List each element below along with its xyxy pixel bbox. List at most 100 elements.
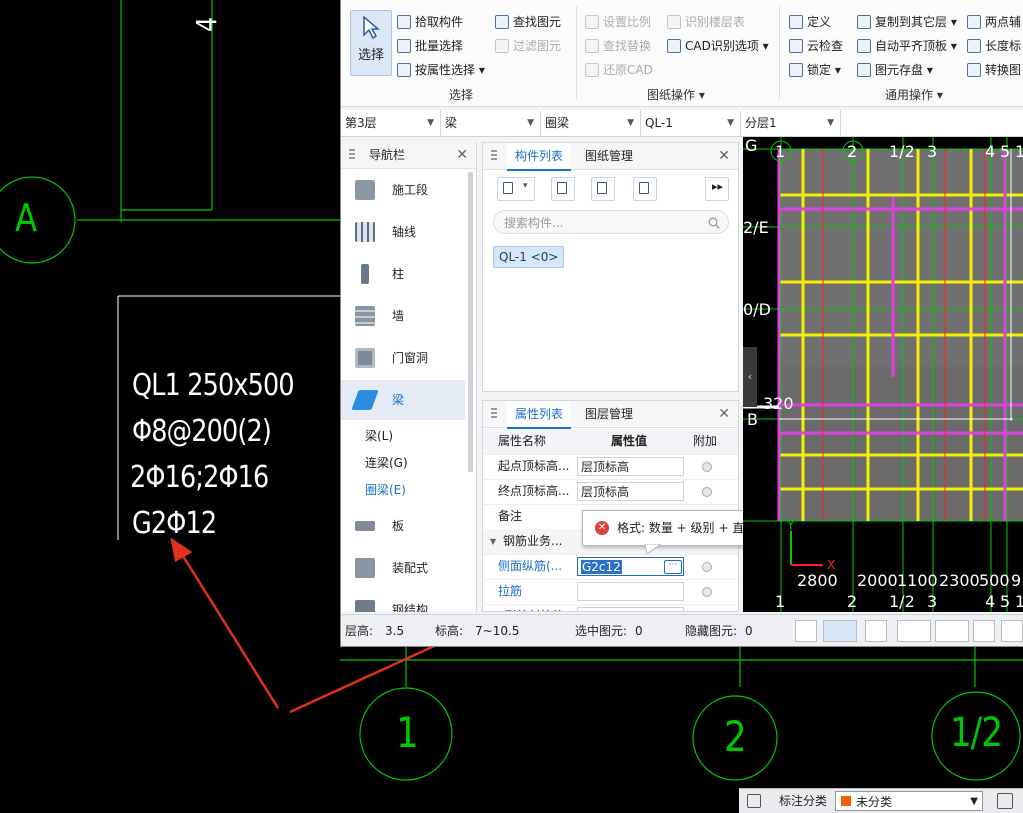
prop-value-input[interactable]: 层顶标高 (577, 457, 684, 476)
delete-component-button[interactable] (591, 177, 615, 201)
nav-sub-beam-l[interactable]: 梁(L) (365, 426, 393, 446)
component-search-input[interactable]: 搜索构件... (493, 210, 729, 234)
nav-item-column[interactable]: 柱 (341, 254, 465, 294)
prop-row-start-elev[interactable]: 起点顶标高... 层顶标高 (483, 454, 738, 480)
nav-item-axis[interactable]: 轴线 (341, 212, 465, 252)
attr-label: 按属性选择 (415, 63, 476, 77)
layer-select[interactable]: 分层1 ▼ (741, 110, 841, 136)
filter-element-button[interactable]: 过滤图元 (495, 36, 561, 56)
cross-toggle[interactable] (865, 620, 887, 642)
extra-checkbox[interactable] (702, 462, 712, 472)
extra-checkbox[interactable] (702, 487, 712, 497)
tab-layer-management[interactable]: 图层管理 (583, 401, 635, 427)
ortho-toggle[interactable] (795, 620, 817, 642)
restore-cad-button[interactable]: 还原CAD (585, 60, 653, 80)
annotation-category-select[interactable]: 未分类 ▼ (835, 791, 983, 811)
component-item-ql1[interactable]: QL-1 <0> (493, 246, 565, 268)
prop-value-input[interactable]: 层顶标高 (577, 482, 684, 501)
type-select[interactable]: 圈梁 ▼ (541, 110, 641, 136)
angle-toggle[interactable] (897, 620, 931, 642)
batch-select-button[interactable]: 批量选择 (397, 36, 463, 56)
grip-icon[interactable] (491, 150, 497, 162)
nav-item-wall[interactable]: 墙 (341, 296, 465, 336)
chevron-down-icon: ▼ (527, 118, 534, 128)
copy-to-floor-button[interactable]: 复制到其它层 ▾ (857, 12, 957, 32)
prop-row-l-stirrup[interactable]: L形放射箍筋 (483, 604, 738, 611)
prop-value-input[interactable] (577, 582, 684, 601)
offset-toggle[interactable] (935, 620, 969, 642)
set-scale-button[interactable]: 设置比例 (585, 12, 651, 32)
attr-select-button[interactable]: 按属性选择 ▾ (397, 60, 485, 80)
nav-item-slab[interactable]: 板 (341, 506, 465, 546)
nav-item-construction-section[interactable]: 施工段 (341, 170, 465, 210)
collapse-icon[interactable]: ▼ (490, 529, 496, 554)
tab-component-list[interactable]: 构件列表 (507, 143, 572, 171)
nav-sub-coupling-beam[interactable]: 连梁(G) (365, 453, 408, 473)
select-button[interactable]: 选择 (350, 10, 392, 76)
beam-annotation-line-3[interactable]: 2Φ16;2Φ16 (130, 460, 269, 495)
grid-icon (355, 222, 375, 242)
two-point-axis-button[interactable]: 两点辅 (967, 12, 1021, 32)
tooltip-pointer (645, 544, 661, 554)
length-mark-button[interactable]: 长度标 (967, 36, 1021, 56)
identify-floor-button[interactable]: 识别楼层表 (667, 12, 745, 32)
element-store-button[interactable]: 图元存盘 ▾ (857, 60, 933, 80)
grid-icon[interactable] (747, 794, 761, 808)
ellipsis-button[interactable]: ··· (664, 560, 682, 574)
align-icon (857, 39, 871, 53)
find-replace-button[interactable]: 查找替换 (585, 36, 651, 56)
nav-item-door-window[interactable]: 门窗洞 (341, 338, 465, 378)
display-toggle[interactable] (973, 620, 995, 642)
component-list-panel: 构件列表 图纸管理 ✕ ▾ ▸▸ 搜索构件... QL-1 <0> (482, 142, 739, 392)
drawing-canvas[interactable]: 1 2 1/2 3 4 5 1 G 2/E 0/D B 320 2800 200… (743, 137, 1023, 612)
tab-drawing-management[interactable]: 图纸管理 (583, 143, 635, 169)
cloud-check-button[interactable]: 云检查 (789, 36, 843, 56)
lock-button[interactable]: 锁定 ▾ (789, 60, 841, 80)
snap-select-toggle[interactable] (823, 620, 857, 642)
prop-row-side-rebar[interactable]: 侧面纵筋(... G2c12 ··· (483, 554, 738, 580)
grip-icon[interactable] (349, 149, 355, 161)
prop-name: 备注 (498, 509, 523, 523)
grip-icon[interactable] (491, 408, 497, 420)
close-icon[interactable]: ✕ (718, 401, 730, 427)
cloud-label: 云检查 (807, 39, 844, 53)
axis-label-1-2: 1/2 (950, 710, 1003, 756)
auto-align-top-button[interactable]: 自动平齐顶板 ▾ (857, 36, 957, 56)
chevron-down-icon: ▾ (523, 181, 528, 191)
collapse-panel-handle[interactable]: ‹ (743, 347, 757, 407)
curve-toggle[interactable] (1001, 620, 1023, 642)
cad-options-button[interactable]: CAD识别选项 ▾ (667, 36, 769, 56)
close-icon[interactable]: ✕ (456, 142, 468, 168)
tab-property-list[interactable]: 属性列表 (507, 401, 572, 429)
edit-icon[interactable] (997, 793, 1013, 809)
extra-checkbox[interactable] (702, 587, 712, 597)
convert-element-button[interactable]: 转换图 (967, 60, 1021, 80)
nav-sub-ring-beam[interactable]: 圈梁(E) (365, 480, 406, 500)
nav-item-beam[interactable]: 梁 (341, 380, 465, 420)
extra-checkbox[interactable] (702, 562, 712, 572)
beam-annotation-line-2[interactable]: Φ8@200(2) (132, 414, 272, 449)
nav-scrollbar[interactable] (468, 172, 473, 472)
category-select[interactable]: 梁 ▼ (441, 110, 541, 136)
new-component-button[interactable]: ▾ (497, 177, 535, 201)
duplicate-component-button[interactable] (633, 177, 657, 201)
align-label: 自动平齐顶板 (875, 39, 948, 53)
nav-item-steel[interactable]: 钢结构 (341, 590, 465, 612)
beam-annotation-line-1[interactable]: QL1 250x500 (132, 368, 295, 403)
copy-component-button[interactable] (551, 177, 575, 201)
plan-view[interactable]: 1 2 1/2 3 4 5 1 G 2/E 0/D B 320 2800 200… (743, 137, 1023, 612)
floor-select[interactable]: 第3层 ▼ (341, 110, 441, 136)
prop-row-end-elev[interactable]: 终点顶标高... 层顶标高 (483, 479, 738, 505)
prop-value-input[interactable] (577, 607, 684, 611)
find-element-button[interactable]: 查找图元 (495, 12, 561, 32)
component-select[interactable]: QL-1 ▼ (641, 110, 741, 136)
close-icon[interactable]: ✕ (718, 143, 730, 169)
define-button[interactable]: 定义 (789, 12, 831, 32)
nav-item-prefab[interactable]: 装配式 (341, 548, 465, 588)
pick-component-button[interactable]: 拾取构件 (397, 12, 463, 32)
beam-icon (351, 390, 379, 410)
more-button[interactable]: ▸▸ (705, 177, 729, 201)
beam-annotation-line-4[interactable]: G2Φ12 (132, 506, 217, 541)
scale-label: 设置比例 (603, 15, 652, 29)
prop-row-tie-rebar[interactable]: 拉筋 (483, 579, 738, 605)
